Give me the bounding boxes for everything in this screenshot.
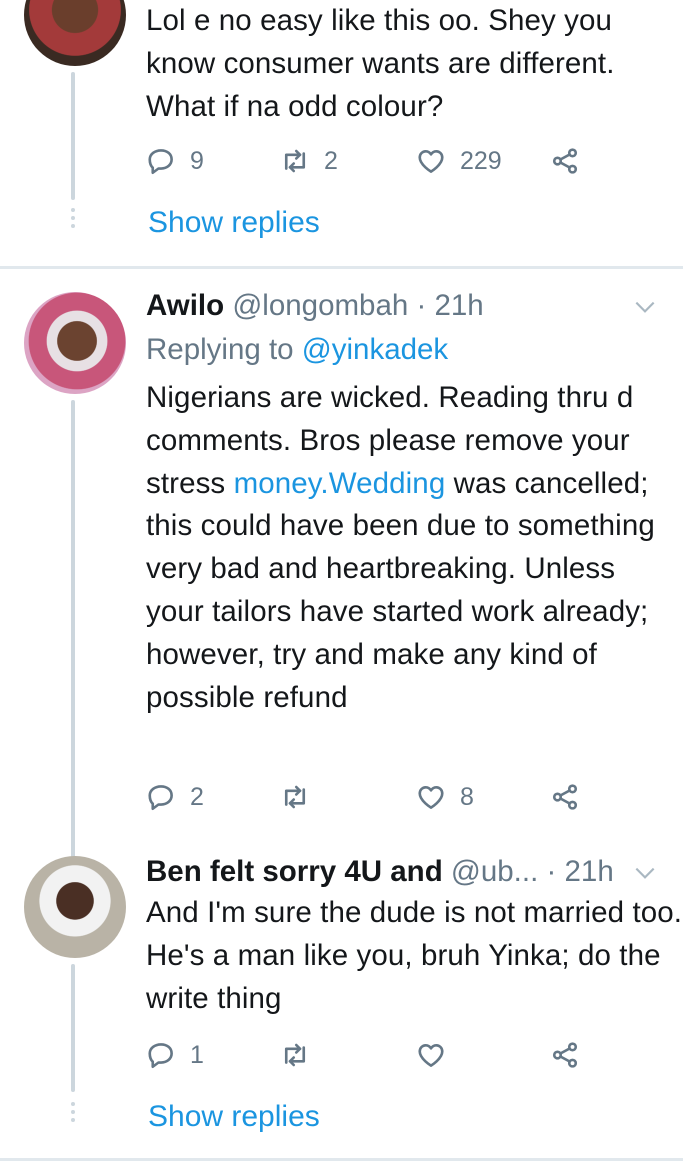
like-count: 229 xyxy=(460,146,502,175)
tweet-menu-button[interactable] xyxy=(632,294,658,325)
display-name[interactable]: Awilo xyxy=(146,289,224,322)
share-icon xyxy=(552,1042,578,1068)
reply-count: 9 xyxy=(190,146,204,175)
like-button[interactable] xyxy=(416,1040,446,1070)
reply-count: 2 xyxy=(190,782,204,811)
divider xyxy=(0,266,683,269)
thread-line xyxy=(71,400,75,858)
timestamp[interactable]: · 21h xyxy=(546,855,613,888)
chevron-down-icon xyxy=(635,301,655,313)
reply-icon xyxy=(148,1043,173,1069)
heart-icon xyxy=(418,785,444,809)
reply-button[interactable]: 2 xyxy=(146,782,204,812)
handle[interactable]: @ub... xyxy=(451,855,538,888)
divider xyxy=(0,1158,683,1161)
tweet-header: Awilo @longombah · 21h xyxy=(146,288,484,324)
display-name[interactable]: Ben felt sorry 4U and xyxy=(146,855,443,888)
tweet-menu-button[interactable] xyxy=(632,860,658,891)
heart-icon xyxy=(418,149,444,173)
avatar-ben[interactable] xyxy=(24,856,126,958)
retweet-button[interactable] xyxy=(280,1040,310,1070)
tweet-header: Ben felt sorry 4U and @ub... · 21h xyxy=(146,854,614,890)
like-button[interactable]: 8 xyxy=(416,782,474,812)
tweet-link[interactable]: money.Wedding xyxy=(234,467,446,500)
thread-line xyxy=(71,964,75,1092)
avatar-awilo[interactable] xyxy=(24,292,126,394)
retweet-button[interactable]: 2 xyxy=(280,146,338,176)
share-icon xyxy=(552,148,578,174)
heart-icon xyxy=(418,1043,444,1067)
thread-more-dots[interactable] xyxy=(71,208,75,232)
reply-icon xyxy=(148,785,173,811)
show-replies-link[interactable]: Show replies xyxy=(148,206,320,240)
avatar-tweet-1[interactable] xyxy=(24,0,126,66)
thread-more-dots[interactable] xyxy=(71,1102,75,1126)
share-icon xyxy=(552,784,578,810)
replying-to: Replying to @yinkadek xyxy=(146,332,448,368)
reply-button[interactable]: 1 xyxy=(146,1040,204,1070)
retweet-button[interactable] xyxy=(280,782,310,812)
tweet-text: And I'm sure the dude is not married too… xyxy=(146,896,683,1015)
share-button[interactable] xyxy=(550,146,580,176)
share-button[interactable] xyxy=(550,782,580,812)
thread-line xyxy=(71,72,75,200)
share-button[interactable] xyxy=(550,1040,580,1070)
tweet-text-part: was cancelled; this could have been due … xyxy=(146,466,655,714)
reply-button[interactable]: 9 xyxy=(146,146,204,176)
retweet-icon xyxy=(284,785,306,809)
like-button[interactable]: 229 xyxy=(416,146,502,176)
replying-to-label: Replying to xyxy=(146,333,294,366)
show-replies-link[interactable]: Show replies xyxy=(148,1100,320,1134)
handle[interactable]: @longombah xyxy=(232,289,408,322)
tweet-text: Nigerians are wicked. Reading thru d com… xyxy=(146,377,656,719)
timestamp[interactable]: · 21h xyxy=(416,289,483,322)
like-count: 8 xyxy=(460,782,474,811)
retweet-count: 2 xyxy=(324,146,338,175)
replying-to-handle[interactable]: @yinkadek xyxy=(302,333,448,366)
retweet-icon xyxy=(284,149,306,173)
chevron-down-icon xyxy=(635,867,655,879)
reply-icon xyxy=(148,149,173,175)
retweet-icon xyxy=(284,1043,306,1067)
reply-count: 1 xyxy=(190,1040,204,1069)
tweet-text: Lol e no easy like this oo. Shey you kno… xyxy=(146,4,615,123)
